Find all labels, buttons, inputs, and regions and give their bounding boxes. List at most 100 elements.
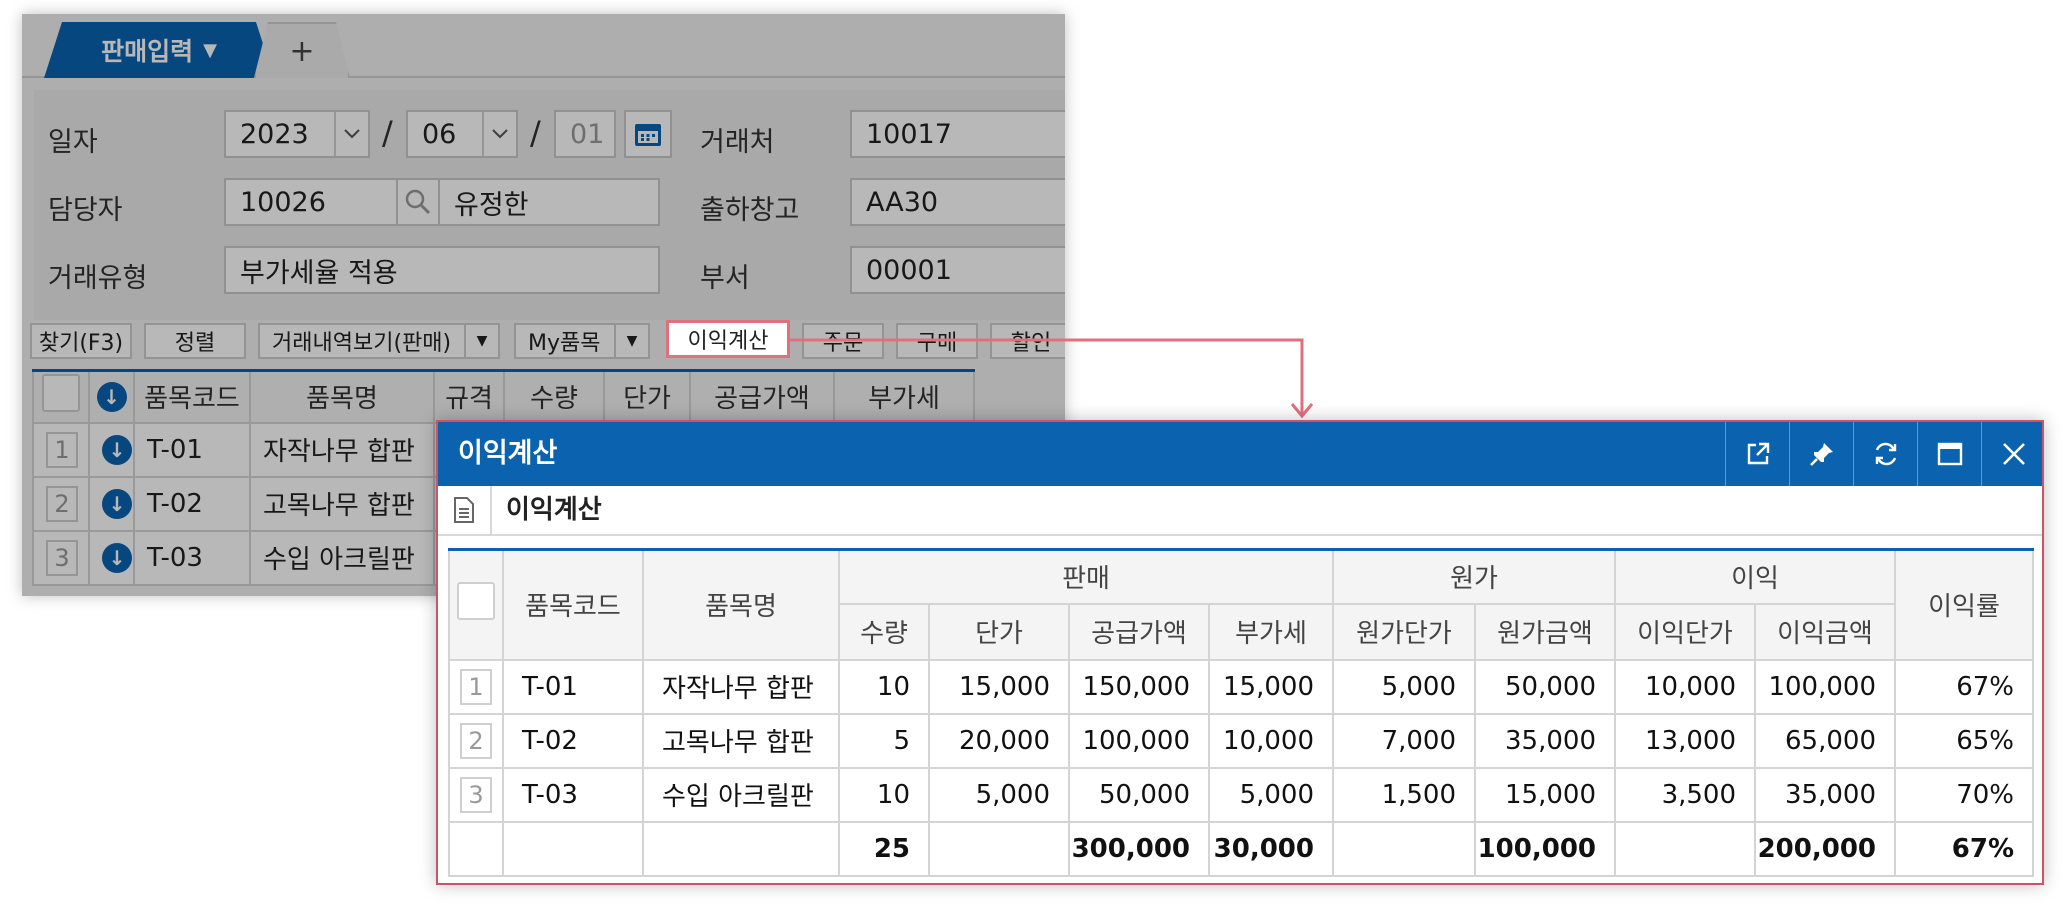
month-select[interactable]: 06 [406, 110, 518, 158]
refresh-icon[interactable] [1853, 422, 1917, 486]
tab-sales-input[interactable]: 판매입력 ▼ [44, 22, 274, 78]
item-code-cell[interactable]: T-02 [133, 475, 251, 532]
cost-unit-cell: 1,500 [1332, 766, 1476, 823]
col-header-profit-unit[interactable]: 이익단가 [1614, 602, 1756, 661]
maximize-icon[interactable] [1917, 422, 1981, 486]
col-header-item-code[interactable]: 품목코드 [133, 369, 251, 424]
trade-type-input[interactable]: 부가세율 적용 [224, 246, 660, 294]
dept-input[interactable]: 00001 [850, 246, 1065, 294]
row-number: 3 [460, 776, 492, 813]
col-header-item-name[interactable]: 품목명 [642, 548, 840, 661]
discount-button[interactable]: 할인 [990, 323, 1065, 359]
client-label: 거래처 [700, 127, 775, 158]
my-items-button[interactable]: My품목 ▼ [514, 323, 650, 359]
calendar-icon[interactable] [624, 110, 672, 158]
purchase-button[interactable]: 구매 [896, 323, 978, 359]
day-input[interactable]: 01 [554, 110, 616, 158]
profit-calc-button[interactable]: 이익계산 [666, 320, 790, 358]
warehouse-input[interactable]: AA30 [850, 178, 1065, 226]
row-number: 3 [46, 539, 78, 576]
chevron-down-icon[interactable]: ▼ [614, 325, 648, 357]
col-header-vat[interactable]: 부가세 [1208, 602, 1334, 661]
col-header-supply[interactable]: 공급가액 [689, 369, 835, 424]
item-name-cell: 수입 아크릴판 [642, 766, 840, 823]
col-header-profit-rate[interactable]: 이익률 [1894, 548, 2034, 661]
chevron-down-icon[interactable]: ▼ [203, 40, 217, 61]
order-button[interactable]: 주문 [802, 323, 884, 359]
chevron-down-icon[interactable] [334, 112, 368, 156]
totals-row: 25 300,000 30,000 100,000 200,000 67% [448, 820, 2034, 877]
total-profit-amount-cell: 200,000 [1754, 820, 1896, 877]
table-row[interactable]: 2 T-02 고목나무 합판 5 20,000 100,000 10,000 7… [448, 712, 2034, 769]
date-label: 일자 [48, 127, 98, 158]
trade-type-label: 거래유형 [48, 263, 148, 294]
pin-icon[interactable] [1789, 422, 1853, 486]
col-header-cost-amount[interactable]: 원가금액 [1474, 602, 1616, 661]
table-row[interactable]: 3 T-03 수입 아크릴판 10 5,000 50,000 5,000 1,5… [448, 766, 2034, 823]
col-header-vat[interactable]: 부가세 [833, 369, 975, 424]
arrow-down-circle-icon[interactable]: ↓ [102, 489, 132, 519]
warehouse-label: 출하창고 [700, 195, 800, 226]
history-button[interactable]: 거래내역보기(판매) ▼ [258, 323, 500, 359]
manager-label: 담당자 [48, 195, 123, 226]
item-code-cell: T-02 [502, 712, 644, 769]
tab-sales-input-label: 판매입력 [101, 37, 194, 66]
cost-amount-cell: 50,000 [1474, 658, 1616, 715]
col-header-qty[interactable]: 수량 [503, 369, 605, 424]
item-code-cell[interactable]: T-01 [133, 421, 251, 478]
manager-name-field: 유정한 [438, 178, 660, 226]
grid-toolbar: 찾기(F3) 정렬 거래내역보기(판매) ▼ My품목 ▼ 이익계산 주문 구매… [30, 320, 1065, 363]
profit-amount-cell: 65,000 [1754, 712, 1896, 769]
chevron-down-icon[interactable] [482, 112, 516, 156]
find-button[interactable]: 찾기(F3) [30, 323, 132, 359]
history-button-label: 거래내역보기(판매) [272, 331, 452, 356]
col-header-profit-amount[interactable]: 이익금액 [1754, 602, 1896, 661]
item-code-cell[interactable]: T-03 [133, 529, 251, 586]
add-tab-button[interactable]: + [254, 22, 350, 78]
close-icon[interactable] [1981, 422, 2045, 486]
chevron-down-icon[interactable]: ▼ [464, 325, 498, 357]
date-separator: / [530, 114, 541, 152]
profit-calc-popup: 이익계산 이익계산 품목코드 품목명 판매 원가 이익 이익률 수량 단가 공급… [436, 420, 2044, 885]
col-header-price[interactable]: 단가 [603, 369, 691, 424]
col-header-item-name[interactable]: 품목명 [249, 369, 435, 424]
year-select[interactable]: 2023 [224, 110, 370, 158]
date-separator: / [382, 114, 393, 152]
unit-price-cell: 5,000 [928, 766, 1070, 823]
sort-button[interactable]: 정렬 [144, 323, 246, 359]
col-header-qty[interactable]: 수량 [838, 602, 930, 661]
supply-cell: 100,000 [1068, 712, 1210, 769]
qty-cell: 10 [838, 658, 930, 715]
vat-cell: 15,000 [1208, 658, 1334, 715]
group-header-profit: 이익 [1614, 548, 1896, 605]
col-header-spec[interactable]: 규격 [433, 369, 505, 424]
total-cost-amount-cell: 100,000 [1474, 820, 1616, 877]
col-header-supply[interactable]: 공급가액 [1068, 602, 1210, 661]
select-all-checkbox[interactable] [32, 369, 90, 424]
search-icon[interactable] [396, 178, 440, 226]
table-row[interactable]: 1 T-01 자작나무 합판 10 15,000 150,000 15,000 … [448, 658, 2034, 715]
item-name-cell[interactable]: 고목나무 합판 [249, 475, 435, 532]
col-header-item-code[interactable]: 품목코드 [502, 548, 644, 661]
document-icon [438, 486, 492, 534]
header-form: 일자 2023 / 06 / 01 거래처 10017 담당자 10026 유정… [34, 90, 1065, 320]
item-name-cell[interactable]: 자작나무 합판 [249, 421, 435, 478]
popup-subtitle-bar: 이익계산 [438, 486, 2042, 536]
profit-unit-cell: 13,000 [1614, 712, 1756, 769]
item-code-cell: T-01 [502, 658, 644, 715]
cost-unit-cell: 7,000 [1332, 712, 1476, 769]
popup-title: 이익계산 [458, 438, 558, 469]
arrow-down-circle-icon[interactable]: ↓ [102, 435, 132, 465]
item-name-cell[interactable]: 수입 아크릴판 [249, 529, 435, 586]
supply-cell: 50,000 [1068, 766, 1210, 823]
vat-cell: 10,000 [1208, 712, 1334, 769]
select-all-checkbox[interactable] [448, 548, 504, 661]
arrow-down-circle-icon[interactable]: ↓ [102, 543, 132, 573]
client-input[interactable]: 10017 [850, 110, 1065, 158]
manager-code-input[interactable]: 10026 [224, 178, 398, 226]
unit-price-cell: 20,000 [928, 712, 1070, 769]
item-name-cell: 자작나무 합판 [642, 658, 840, 715]
col-header-unit-price[interactable]: 단가 [928, 602, 1070, 661]
col-header-cost-unit[interactable]: 원가단가 [1332, 602, 1476, 661]
external-link-icon[interactable] [1725, 422, 1789, 486]
